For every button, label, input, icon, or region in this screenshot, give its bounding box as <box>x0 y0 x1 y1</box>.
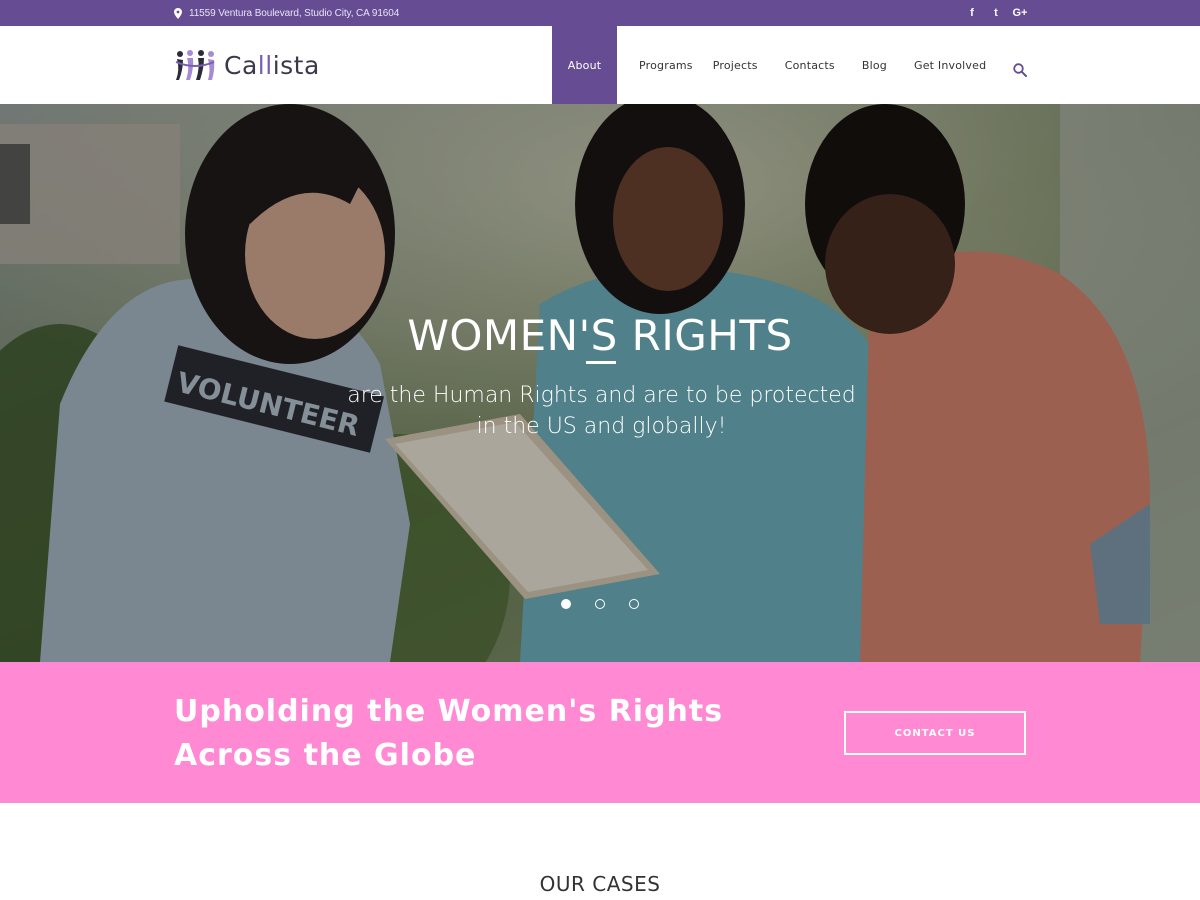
twitter-icon[interactable]: t <box>984 7 1008 19</box>
nav-contacts[interactable]: Contacts <box>785 26 835 104</box>
nav-programs[interactable]: Programs <box>639 26 693 104</box>
main-nav: About Programs Projects Contacts Blog Ge… <box>552 26 986 104</box>
slider-dot-3[interactable] <box>629 599 639 609</box>
section-title: OUR CASES <box>539 872 661 896</box>
hero-title: WOMEN'S RIGHTS <box>407 311 793 360</box>
hero-slider: VOLUNTEER WOMEN'S RIGHTS are the Human R… <box>0 104 1200 662</box>
logo-text-prefix: Ca <box>224 50 258 80</box>
hero-title-underline <box>586 361 616 364</box>
slider-dot-1[interactable] <box>561 599 571 609</box>
top-bar: 11559 Ventura Boulevard, Studio City, CA… <box>0 0 1200 26</box>
logo-text-accent: ll <box>257 50 273 80</box>
search-icon[interactable] <box>1013 63 1027 77</box>
map-pin-icon <box>174 7 182 19</box>
cta-banner: Upholding the Women's Rights Across the … <box>0 662 1200 803</box>
nav-about[interactable]: About <box>552 26 617 104</box>
logo-text-suffix: ista <box>272 50 320 80</box>
slider-dots <box>561 599 639 609</box>
logo-text: Callista <box>224 51 320 80</box>
address-text: 11559 Ventura Boulevard, Studio City, CA… <box>189 7 400 19</box>
site-header: Callista About Programs Projects Contact… <box>0 26 1200 104</box>
address: 11559 Ventura Boulevard, Studio City, CA… <box>174 6 399 20</box>
slider-dot-2[interactable] <box>595 599 605 609</box>
hero-subtitle: are the Human Rights and are to be prote… <box>347 383 856 439</box>
logo-people-icon <box>175 50 215 80</box>
google-plus-icon[interactable]: G+ <box>1008 7 1032 19</box>
social-links: f t G+ <box>960 5 1032 21</box>
nav-projects[interactable]: Projects <box>713 26 758 104</box>
banner-headline: Upholding the Women's Rights Across the … <box>174 694 724 773</box>
logo[interactable]: Callista <box>174 48 320 82</box>
facebook-icon[interactable]: f <box>960 7 984 19</box>
nav-get-involved[interactable]: Get Involved <box>914 26 986 104</box>
contact-us-button[interactable]: CONTACT US <box>844 711 1026 755</box>
nav-blog[interactable]: Blog <box>862 26 887 104</box>
